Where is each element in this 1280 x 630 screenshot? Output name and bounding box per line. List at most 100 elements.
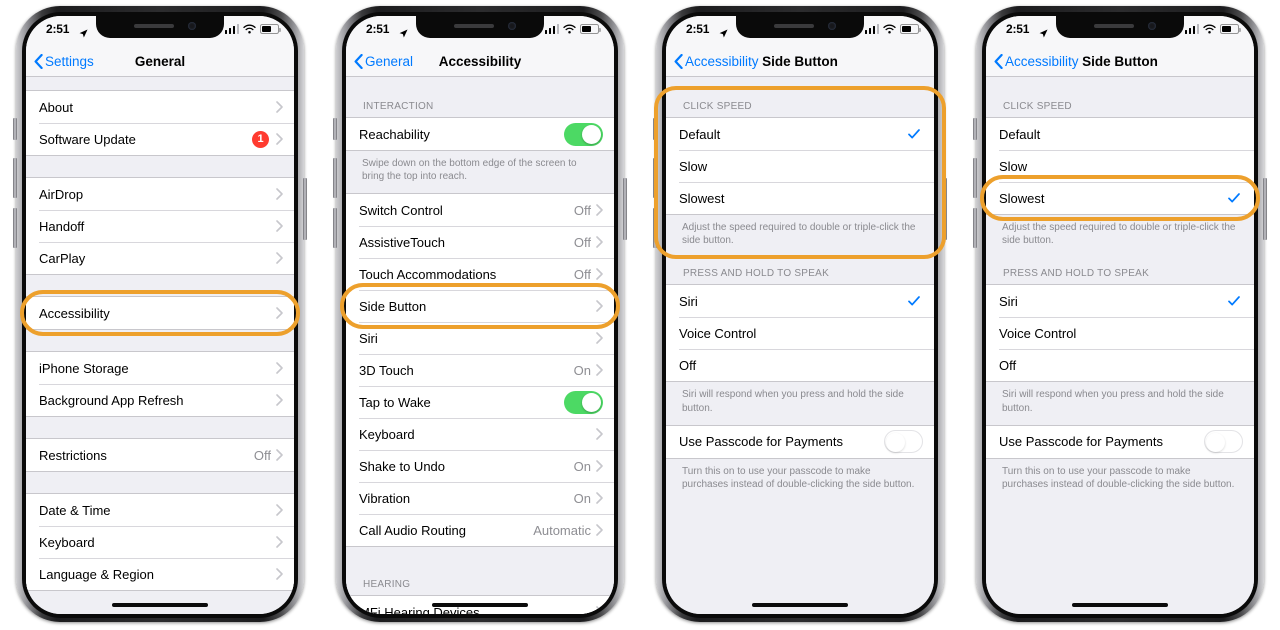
back-button-accessibility[interactable]: Accessibility	[674, 53, 759, 69]
back-button-settings[interactable]: Settings	[34, 53, 94, 69]
list-item-reachability[interactable]: Reachability	[346, 118, 614, 150]
list-item-use-passcode-for-payments[interactable]: Use Passcode for Payments	[986, 425, 1254, 458]
list-item-label: Date & Time	[39, 502, 111, 518]
location-arrow-icon	[1039, 29, 1048, 38]
navigation-bar: Settings General	[26, 46, 294, 77]
toggle-switch-on[interactable]	[564, 390, 603, 414]
volume-down-button[interactable]	[333, 208, 337, 248]
list-item-software-update[interactable]: Software Update 1	[26, 123, 294, 155]
phone-screen: 2:51 Settings General About Software Update 1…	[26, 16, 294, 614]
list-item-restrictions[interactable]: Restrictions Off	[26, 439, 294, 471]
volume-down-button[interactable]	[973, 208, 977, 248]
notch	[96, 16, 224, 38]
back-button-accessibility[interactable]: Accessibility	[994, 53, 1079, 69]
section-header-click-speed: CLICK SPEED	[986, 90, 1254, 117]
list-item-label: Tap to Wake	[359, 394, 431, 410]
settings-list[interactable]: CLICK SPEED Default Slow Slowest Adjust the …	[986, 77, 1254, 614]
mute-switch-button[interactable]	[973, 118, 977, 140]
home-indicator[interactable]	[1072, 603, 1168, 607]
toggle-switch-on[interactable]	[564, 122, 603, 146]
chevron-right-icon	[276, 504, 283, 516]
settings-list[interactable]: INTERACTION Reachability Swipe down on the…	[346, 77, 614, 614]
list-item-siri[interactable]: Siri	[986, 285, 1254, 318]
home-indicator[interactable]	[112, 603, 208, 607]
back-button-label: Accessibility	[1005, 53, 1079, 69]
chevron-right-icon	[276, 188, 283, 200]
list-item-about[interactable]: About	[26, 91, 294, 123]
settings-list[interactable]: CLICK SPEED Default Slow Slowest Adjust the …	[666, 77, 934, 614]
toggle-switch-off[interactable]	[884, 430, 923, 454]
phone-screen: 2:51 General Accessibility INTERACTION Reach…	[346, 16, 614, 614]
toggle-switch-off[interactable]	[1204, 430, 1243, 454]
list-item-airdrop[interactable]: AirDrop	[26, 178, 294, 210]
list-gap	[346, 77, 614, 90]
side-power-button[interactable]	[1263, 178, 1267, 240]
list-item-date-time[interactable]: Date & Time	[26, 494, 294, 526]
list-item-voice-control[interactable]: Voice Control	[986, 317, 1254, 350]
volume-up-button[interactable]	[653, 158, 657, 198]
list-item-keyboard[interactable]: Keyboard	[26, 526, 294, 558]
list-item-keyboard[interactable]: Keyboard	[346, 418, 614, 451]
chevron-right-icon	[276, 536, 283, 548]
list-item-switch-control[interactable]: Switch Control Off	[346, 194, 614, 227]
front-camera	[508, 22, 516, 30]
list-gap	[26, 417, 294, 438]
home-indicator[interactable]	[432, 603, 528, 607]
list-item-vibration[interactable]: Vibration On	[346, 482, 614, 515]
mute-switch-button[interactable]	[13, 118, 17, 140]
side-power-button[interactable]	[303, 178, 307, 240]
list-item-value: On	[573, 362, 591, 378]
list-item-slowest[interactable]: Slowest	[666, 182, 934, 214]
volume-up-button[interactable]	[13, 158, 17, 198]
status-bar-time: 2:51	[1006, 22, 1030, 36]
list-item-assistivetouch[interactable]: AssistiveTouch Off	[346, 226, 614, 259]
volume-down-button[interactable]	[13, 208, 17, 248]
cellular-bars-icon	[1184, 24, 1199, 34]
list-item-siri[interactable]: Siri	[346, 322, 614, 355]
settings-group: Siri Voice Control Off	[666, 284, 934, 383]
side-power-button[interactable]	[943, 178, 947, 240]
list-item-default[interactable]: Default	[986, 118, 1254, 150]
volume-up-button[interactable]	[973, 158, 977, 198]
list-item-side-button[interactable]: Side Button	[346, 290, 614, 323]
list-item-label: Use Passcode for Payments	[679, 434, 844, 450]
list-item-slowest[interactable]: Slowest	[986, 182, 1254, 214]
list-item-slow[interactable]: Slow	[986, 150, 1254, 182]
list-item-off[interactable]: Off	[986, 349, 1254, 382]
checkmark-icon	[1228, 296, 1240, 306]
list-item-label: Slowest	[679, 190, 725, 206]
list-item-label: Voice Control	[999, 325, 1077, 341]
list-item-shake-to-undo[interactable]: Shake to Undo On	[346, 450, 614, 483]
list-item-3d-touch[interactable]: 3D Touch On	[346, 354, 614, 387]
list-item-slow[interactable]: Slow	[666, 150, 934, 182]
list-item-tap-to-wake[interactable]: Tap to Wake	[346, 386, 614, 419]
list-item-handoff[interactable]: Handoff	[26, 210, 294, 242]
list-item-default[interactable]: Default	[666, 118, 934, 150]
notification-badge: 1	[252, 130, 269, 148]
side-power-button[interactable]	[623, 178, 627, 240]
list-item-touch-accommodations[interactable]: Touch Accommodations Off	[346, 258, 614, 291]
list-item-language-region[interactable]: Language & Region	[26, 558, 294, 590]
volume-up-button[interactable]	[333, 158, 337, 198]
battery-icon	[260, 24, 281, 34]
settings-list[interactable]: About Software Update 1 AirDrop Handoff CarPl…	[26, 77, 294, 614]
back-button-general[interactable]: General	[354, 53, 413, 69]
list-item-use-passcode-for-payments[interactable]: Use Passcode for Payments	[666, 425, 934, 458]
list-item-iphone-storage[interactable]: iPhone Storage	[26, 352, 294, 384]
list-item-background-app-refresh[interactable]: Background App Refresh	[26, 384, 294, 416]
list-item-call-audio-routing[interactable]: Call Audio Routing Automatic	[346, 514, 614, 547]
volume-down-button[interactable]	[653, 208, 657, 248]
toggle-knob	[582, 124, 601, 144]
list-item-label: Keyboard	[359, 426, 415, 442]
list-item-accessibility[interactable]: Accessibility	[26, 297, 294, 329]
list-item-off[interactable]: Off	[666, 349, 934, 382]
list-item-siri[interactable]: Siri	[666, 285, 934, 318]
list-item-voice-control[interactable]: Voice Control	[666, 317, 934, 350]
mute-switch-button[interactable]	[333, 118, 337, 140]
list-item-value: Off	[253, 447, 271, 463]
mute-switch-button[interactable]	[653, 118, 657, 140]
home-indicator[interactable]	[752, 603, 848, 607]
phone-side-button-default: 2:51 Accessibility Side Button CLICK SPEED D…	[640, 0, 960, 630]
list-item-carplay[interactable]: CarPlay	[26, 242, 294, 274]
list-item-label: Slow	[999, 158, 1028, 174]
